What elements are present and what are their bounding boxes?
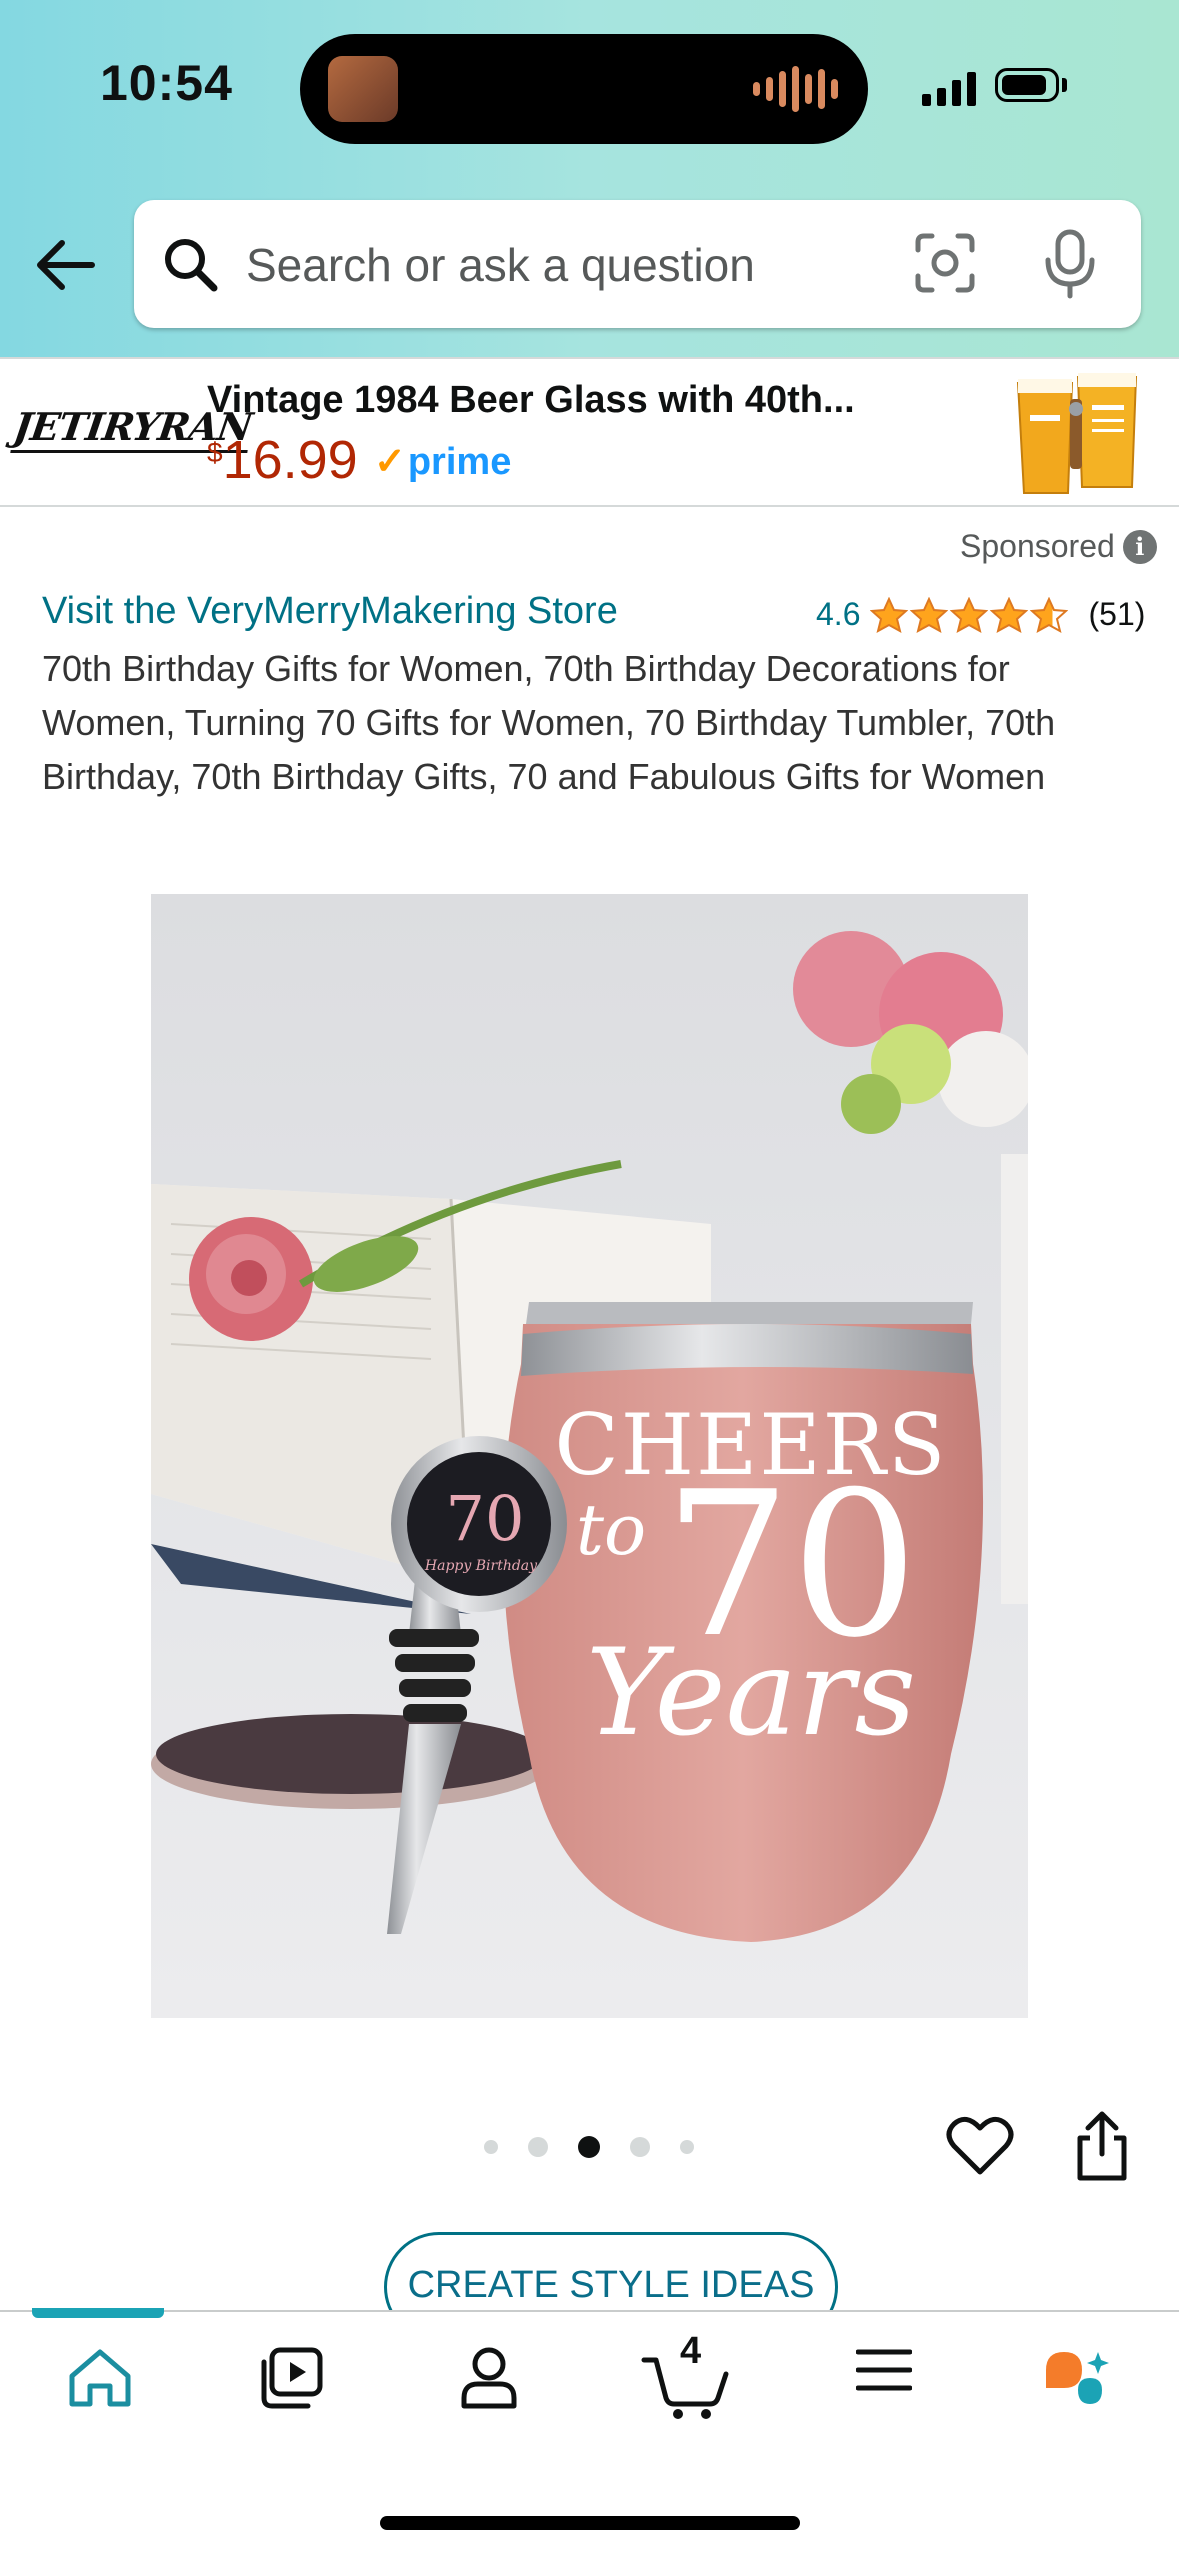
stopper-text-caption: Happy Birthday <box>424 1558 538 1574</box>
prime-badge: ✓prime <box>374 439 511 484</box>
image-carousel-dots[interactable] <box>484 2136 694 2158</box>
star-icon <box>870 596 909 633</box>
stopper-text-number: 70 <box>446 1482 525 1555</box>
menu-icon[interactable] <box>856 2346 912 2394</box>
status-time: 10:54 <box>100 55 233 111</box>
rating-summary[interactable]: 4.6 (51) <box>816 596 1145 633</box>
carousel-dot[interactable] <box>630 2137 650 2157</box>
now-playing-artwork <box>328 56 398 122</box>
carousel-dot[interactable] <box>484 2140 498 2154</box>
sponsored-text: Sponsored <box>960 528 1115 564</box>
cart-count-badge: 4 <box>680 2330 702 2372</box>
account-icon[interactable] <box>458 2346 520 2410</box>
rating-value: 4.6 <box>816 596 861 632</box>
star-icon <box>950 596 989 633</box>
search-input[interactable]: Search or ask a question <box>246 238 755 292</box>
battery-icon <box>995 68 1059 102</box>
rating-stars <box>870 596 1069 633</box>
rufus-icon[interactable] <box>1040 2346 1116 2416</box>
info-icon[interactable]: i <box>1122 529 1157 564</box>
ad-price: $16.99 <box>207 429 358 491</box>
camera-search-icon[interactable] <box>912 230 978 296</box>
prime-check-icon: ✓ <box>374 441 406 483</box>
search-icon <box>165 239 218 292</box>
star-icon <box>1030 596 1069 633</box>
home-indicator[interactable] <box>380 2516 800 2530</box>
sponsored-ad-banner[interactable]: JETIRYRAN Vintage 1984 Beer Glass with 4… <box>0 357 1179 507</box>
audio-waveform-icon <box>753 66 838 112</box>
back-arrow-icon[interactable] <box>30 230 100 300</box>
ad-product-image[interactable] <box>1010 369 1150 499</box>
ad-price-amount: 16.99 <box>222 430 358 490</box>
carousel-dot-active[interactable] <box>578 2136 600 2158</box>
tumbler-text-to: to <box>576 1489 646 1571</box>
star-icon <box>990 596 1029 633</box>
product-title: 70th Birthday Gifts for Women, 70th Birt… <box>42 648 1056 797</box>
sponsored-label[interactable]: Sponsored i <box>960 528 1157 565</box>
battery-tip <box>1062 78 1067 92</box>
microphone-icon[interactable] <box>1040 228 1100 300</box>
star-icon <box>910 596 949 633</box>
active-tab-indicator <box>32 2308 164 2318</box>
home-icon[interactable] <box>66 2346 134 2410</box>
dynamic-island[interactable] <box>300 34 868 144</box>
share-icon[interactable] <box>1072 2110 1132 2182</box>
prime-label: prime <box>407 441 512 483</box>
store-link[interactable]: Visit the VeryMerryMakering Store <box>42 590 618 633</box>
product-image[interactable]: CHEERS to 70 Years 70 Happy Birthday <box>151 894 1028 2018</box>
video-icon[interactable] <box>258 2346 324 2410</box>
carousel-dot[interactable] <box>680 2140 694 2154</box>
carousel-dot[interactable] <box>528 2137 548 2157</box>
cellular-signal-icon <box>922 70 976 106</box>
search-bar[interactable]: Search or ask a question <box>134 200 1141 328</box>
ad-product-title[interactable]: Vintage 1984 Beer Glass with 40th... <box>207 379 855 422</box>
rating-count: (51) <box>1088 596 1146 632</box>
heart-icon[interactable] <box>946 2114 1014 2176</box>
ad-price-currency: $ <box>207 437 223 468</box>
tumbler-text-years: Years <box>586 1624 916 1763</box>
